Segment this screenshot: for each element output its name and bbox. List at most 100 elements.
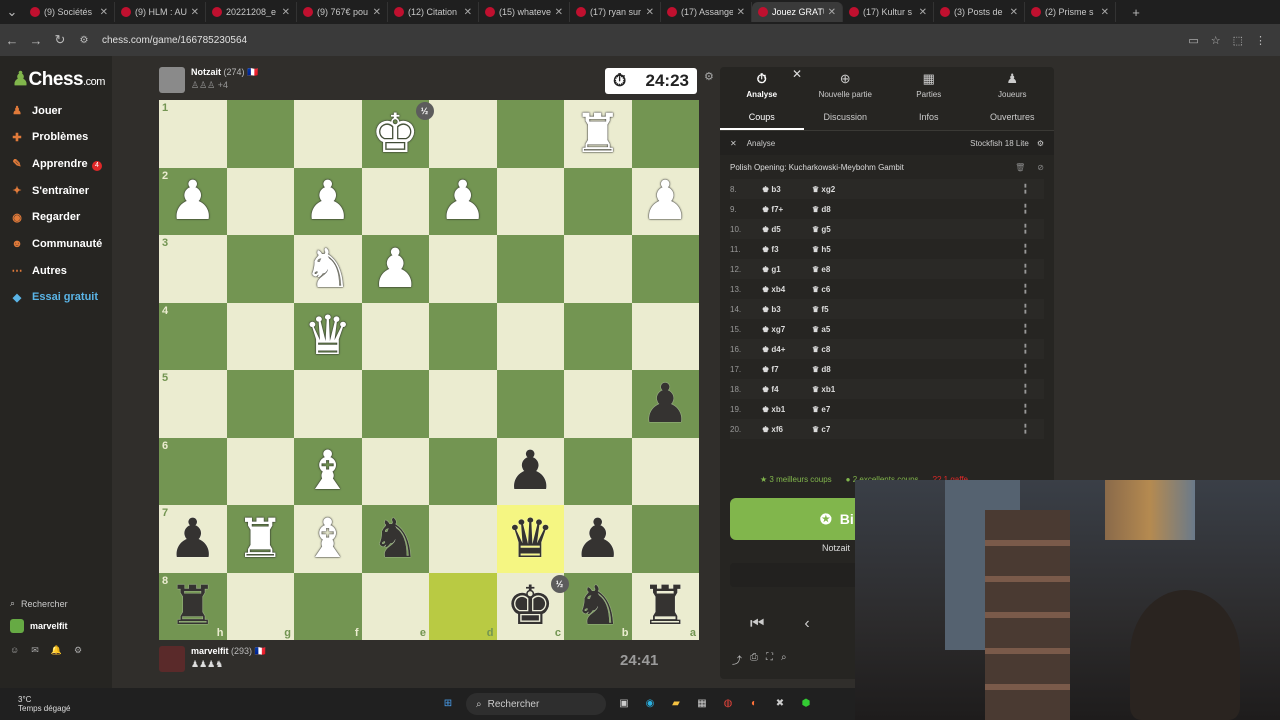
friends-icon[interactable]: ☺ (10, 645, 19, 656)
chess-logo[interactable]: ♟Chess.com (12, 68, 105, 91)
white-move[interactable]: ♚ d4+ (750, 345, 812, 354)
board-square[interactable] (496, 167, 564, 235)
board-square[interactable] (631, 437, 699, 505)
sidebar-item-6[interactable]: ⋯ Autres (10, 264, 67, 278)
black-move[interactable]: ♛ f5 (812, 305, 872, 314)
close-tab-icon[interactable]: ✕ (737, 7, 745, 18)
white-move[interactable]: ♚ f3 (750, 245, 812, 254)
white-pawn-piece[interactable]: ♟ (362, 235, 430, 303)
board-square[interactable] (226, 235, 294, 303)
app-icon-green[interactable]: ⬢ (798, 696, 814, 712)
board-square[interactable]: d (429, 572, 497, 640)
file-explorer-icon[interactable]: ▰ (668, 696, 684, 712)
windows-start-icon[interactable]: ⊞ (440, 696, 456, 712)
board-square[interactable]: 7 ♟ (159, 505, 227, 573)
sidebar-search[interactable]: Rechercher (21, 599, 68, 609)
subtab-3[interactable]: Ouvertures (971, 103, 1055, 130)
close-panel-icon[interactable]: ✕ (792, 67, 802, 81)
board-square[interactable] (429, 302, 497, 370)
board-square[interactable] (496, 302, 564, 370)
white-move[interactable]: ♚ f4 (750, 385, 812, 394)
board-square[interactable] (361, 437, 429, 505)
cast-icon[interactable]: ▭ (1188, 34, 1198, 47)
black-move[interactable]: ♛ a5 (812, 325, 872, 334)
black-knight-piece[interactable]: ♞ (564, 573, 632, 641)
board-square[interactable]: ♟ (429, 167, 497, 235)
white-pawn-piece[interactable]: ♟ (159, 168, 227, 236)
browser-tab[interactable]: (2) Prisme s ✕ (1025, 2, 1116, 22)
board-square[interactable] (294, 370, 362, 438)
browser-tab[interactable]: (3) Posts de ✕ (934, 2, 1025, 22)
board-square[interactable]: ♞ (361, 505, 429, 573)
browser-tab[interactable]: 20221208_e ✕ (206, 2, 297, 22)
fullscreen-icon[interactable]: ⛶ (766, 652, 773, 667)
board-square[interactable] (429, 235, 497, 303)
black-move[interactable]: ♛ e7 (812, 405, 872, 414)
white-move[interactable]: ♚ xb4 (750, 285, 812, 294)
white-move[interactable]: ♚ b3 (750, 305, 812, 314)
white-move[interactable]: ♚ xf6 (750, 425, 812, 434)
black-move[interactable]: ♛ e8 (812, 265, 872, 274)
board-square[interactable] (631, 302, 699, 370)
sidebar-item-5[interactable]: ☻ Communauté (10, 238, 102, 250)
back-icon[interactable]: ← (0, 33, 24, 48)
panel-tab-3[interactable]: ♟ Joueurs (971, 67, 1055, 103)
browser-tab[interactable]: (9) Sociétés ✕ (24, 2, 115, 22)
board-square[interactable] (631, 505, 699, 573)
engine-settings-icon[interactable]: ⚙ (1037, 139, 1044, 148)
close-tab-icon[interactable]: ✕ (1101, 7, 1109, 18)
black-pawn-piece[interactable]: ♟ (159, 505, 227, 573)
black-move[interactable]: ♛ c6 (812, 285, 872, 294)
extensions-icon[interactable]: ⬚ (1233, 34, 1243, 47)
board-square[interactable]: ♞ (294, 235, 362, 303)
bottom-player-avatar[interactable] (159, 646, 185, 672)
board-square[interactable]: 1 (159, 100, 227, 168)
board-square[interactable] (429, 437, 497, 505)
white-move[interactable]: ♚ d5 (750, 225, 812, 234)
board-square[interactable]: ♜ (226, 505, 295, 573)
black-queen-piece[interactable]: ♛ (497, 505, 565, 573)
board-settings-icon[interactable]: ⚙ (704, 70, 714, 83)
white-rook-piece[interactable]: ♜ (227, 505, 295, 573)
panel-tab-2[interactable]: ▦ Parties (887, 67, 971, 103)
close-tab-icon[interactable]: ✕ (555, 7, 563, 18)
first-move-icon[interactable]: ⏮ (750, 615, 764, 633)
board-square[interactable]: 2 ♟ (159, 167, 227, 236)
panel-tab-1[interactable]: ⊕ Nouvelle partie (804, 67, 888, 103)
black-pawn-piece[interactable]: ♟ (632, 370, 700, 438)
bookmark-icon[interactable]: ☆ (1211, 34, 1221, 47)
board-square[interactable]: ♛ (294, 302, 362, 370)
board-square[interactable]: 3 (159, 235, 227, 303)
app-icon[interactable]: ✖ (772, 696, 788, 712)
black-move[interactable]: ♛ h5 (812, 245, 872, 254)
subtab-2[interactable]: Infos (887, 103, 971, 130)
close-tab-icon[interactable]: ✕ (100, 7, 108, 18)
close-tab-icon[interactable]: ✕ (191, 7, 199, 18)
board-square[interactable]: ♛ (496, 505, 565, 573)
white-knight-piece[interactable]: ♞ (294, 235, 362, 303)
browser-tab[interactable]: (9) 767€ pou ✕ (297, 2, 388, 22)
browser-tab[interactable]: (17) Kultur s ✕ (843, 2, 934, 22)
zoom-icon[interactable]: ⌕ (781, 652, 787, 667)
board-square[interactable]: ♜ (564, 100, 632, 168)
mail-icon[interactable]: ✉ (31, 645, 39, 656)
board-square[interactable]: ♟ (631, 167, 700, 236)
sidebar-username[interactable]: marvelfit (30, 621, 68, 631)
board-square[interactable] (564, 167, 632, 235)
board-square[interactable]: 4 (159, 302, 227, 370)
sidebar-item-1[interactable]: ✚ Problèmes (10, 131, 88, 144)
white-pawn-piece[interactable]: ♟ (632, 168, 700, 236)
board-square[interactable] (631, 100, 699, 168)
board-square[interactable] (429, 505, 497, 573)
board-square[interactable] (226, 302, 294, 370)
top-player-avatar[interactable] (159, 67, 185, 93)
firefox-icon[interactable]: ◐ (746, 696, 762, 712)
board-square[interactable]: ♟ (361, 235, 430, 303)
board-square[interactable]: b ♞ (564, 572, 632, 641)
task-view-icon[interactable]: ▣ (616, 696, 632, 712)
white-move[interactable]: ♚ g1 (750, 265, 812, 274)
black-move[interactable]: ♛ d8 (812, 365, 872, 374)
board-square[interactable]: ♟ (631, 370, 700, 438)
sidebar-item-4[interactable]: ◉ Regarder (10, 211, 80, 224)
bottom-player-name[interactable]: marvelfit (191, 646, 229, 656)
